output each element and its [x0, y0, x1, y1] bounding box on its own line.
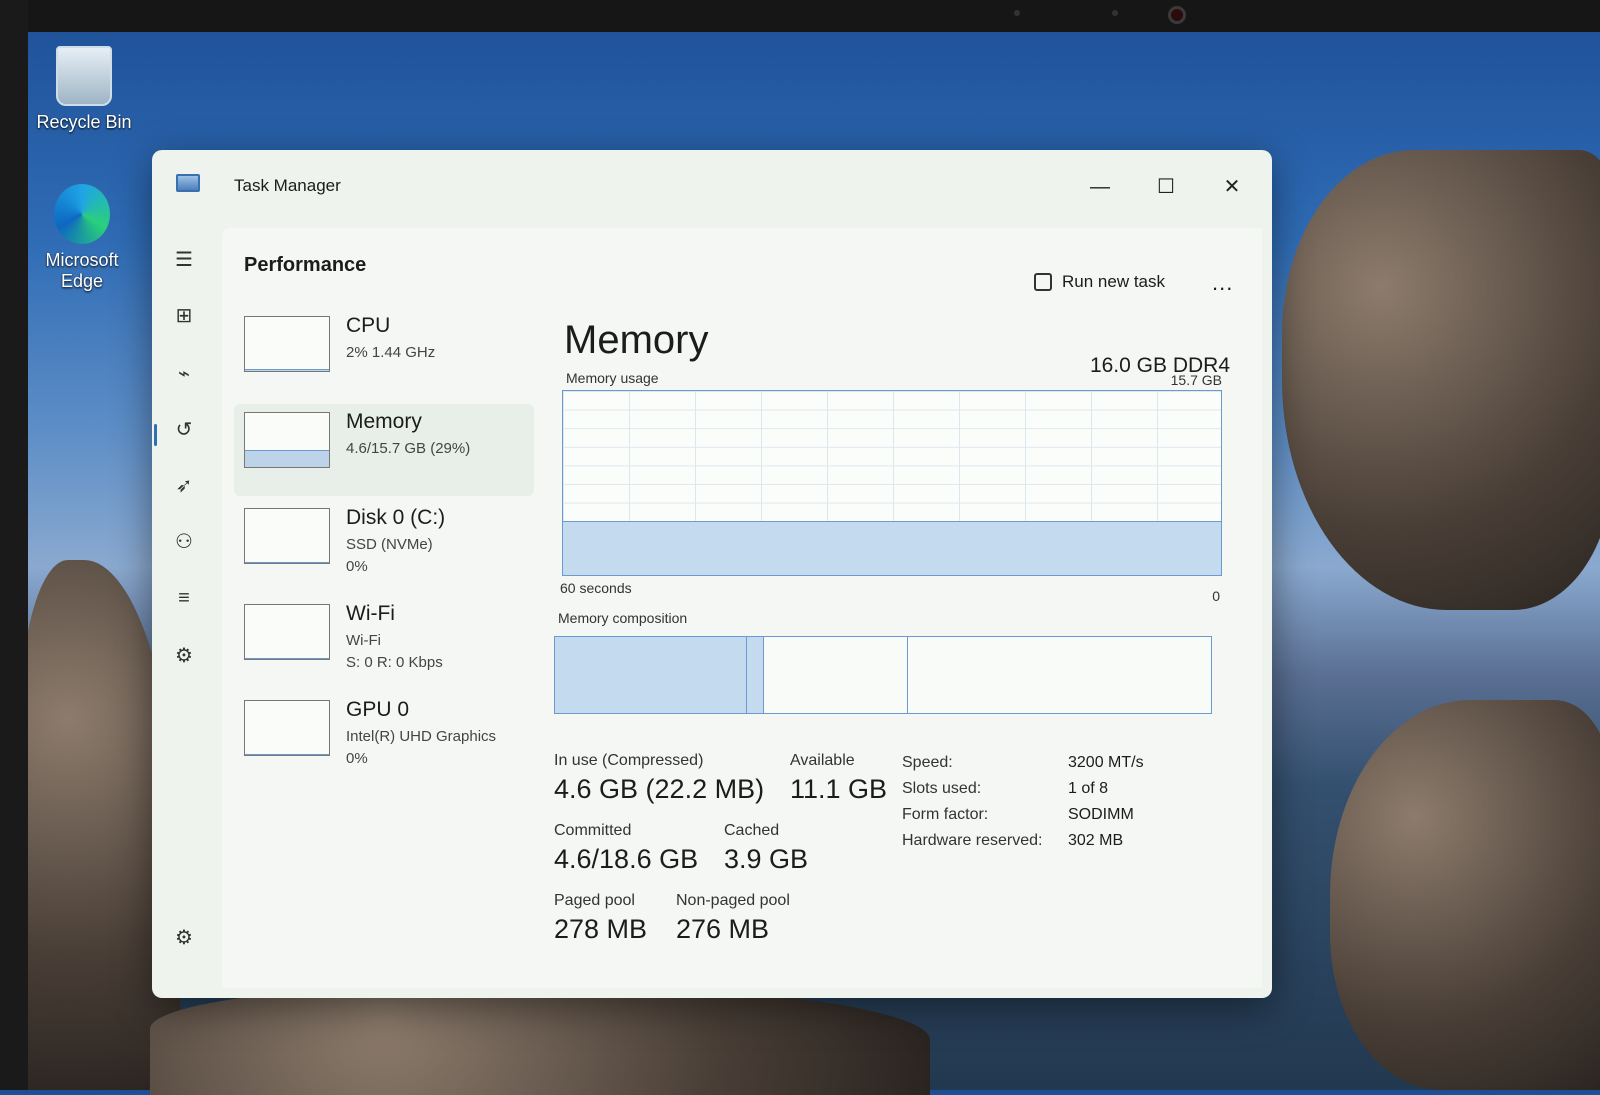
- zero-axis-label: 0: [1212, 588, 1220, 604]
- form-factor-key: Form factor:: [902, 806, 989, 823]
- composition-modified[interactable]: [747, 637, 764, 713]
- thumbnail-fill: [245, 450, 329, 467]
- edge-icon: [54, 184, 110, 244]
- memory-heading: Memory: [564, 318, 709, 362]
- speed-key: Speed:: [902, 754, 953, 771]
- slots-key: Slots used:: [902, 780, 982, 797]
- slots-value: 1 of 8: [1068, 780, 1109, 797]
- desktop-icon-edge[interactable]: Microsoft Edge: [22, 184, 142, 292]
- thumbnail-fill: [245, 754, 329, 755]
- performance-page: Performance Run new task ... CPU 2% 1.44…: [222, 228, 1262, 988]
- in-use-value: 4.6 GB (22.2 MB): [554, 774, 765, 804]
- resource-detail: Intel(R) UHD Graphics: [346, 728, 497, 745]
- resource-item-wifi[interactable]: Wi-Fi Wi-Fi S: 0 R: 0 Kbps: [234, 596, 534, 688]
- committed-value: 4.6/18.6 GB: [554, 844, 699, 874]
- usage-graph-label: Memory usage: [566, 370, 659, 386]
- services-icon[interactable]: ⚙: [166, 638, 202, 674]
- screen-bezel: [0, 0, 28, 1090]
- resource-name: CPU: [346, 314, 391, 337]
- desktop-icon-label: Microsoft Edge: [45, 250, 119, 291]
- wallpaper-rock: [1282, 150, 1600, 610]
- cached-value: 3.9 GB: [724, 844, 809, 874]
- resource-detail: 2% 1.44 GHz: [346, 344, 436, 361]
- usage-max-label: 15.7 GB: [1170, 372, 1222, 388]
- run-new-task-label: Run new task: [1062, 272, 1165, 291]
- run-new-task-button[interactable]: Run new task: [1034, 272, 1165, 292]
- available-label: Available: [790, 752, 855, 769]
- window-title: Task Manager: [234, 176, 341, 195]
- sensor-dot: [1112, 10, 1118, 16]
- webcam: [1168, 6, 1186, 24]
- form-factor-value: SODIMM: [1068, 806, 1134, 823]
- page-title: Performance: [244, 254, 367, 276]
- more-options-button[interactable]: ...: [1212, 270, 1233, 296]
- thumbnail-fill: [245, 658, 329, 659]
- resource-item-memory[interactable]: Memory 4.6/15.7 GB (29%): [234, 404, 534, 496]
- resource-detail: SSD (NVMe): [346, 536, 433, 553]
- composition-label: Memory composition: [558, 610, 688, 626]
- non-paged-pool-value: 276 MB: [676, 914, 770, 944]
- performance-icon[interactable]: ⌁: [166, 356, 202, 392]
- paged-pool-value: 278 MB: [554, 914, 648, 944]
- resource-item-disk[interactable]: Disk 0 (C:) SSD (NVMe) 0%: [234, 500, 534, 592]
- resource-name: GPU 0: [346, 698, 410, 721]
- thumbnail-fill: [245, 562, 329, 563]
- task-manager-window: Task Manager — ☐ ✕ ☰ ⊞ ⌁ ↺ ➶ ⚇ ≡ ⚙ ⚙ Per…: [152, 150, 1272, 998]
- memory-usage-fill: [563, 520, 1221, 575]
- close-button[interactable]: ✕: [1210, 172, 1254, 202]
- hardware-reserved-value: 302 MB: [1068, 832, 1124, 849]
- resource-detail: S: 0 R: 0 Kbps: [346, 654, 443, 671]
- wifi-thumbnail-graph: [244, 604, 330, 660]
- disk-thumbnail-graph: [244, 508, 330, 564]
- run-task-icon: [1034, 273, 1052, 291]
- resource-name: Memory: [346, 410, 422, 433]
- app-history-icon[interactable]: ↺: [166, 412, 202, 448]
- details-icon[interactable]: ≡: [166, 580, 202, 616]
- speed-value: 3200 MT/s: [1068, 754, 1144, 771]
- processes-icon[interactable]: ⊞: [166, 298, 202, 334]
- thumbnail-fill: [245, 368, 329, 371]
- maximize-button[interactable]: ☐: [1144, 172, 1188, 202]
- in-use-label: In use (Compressed): [554, 752, 704, 769]
- memory-composition-bar: [554, 636, 1212, 714]
- gpu-thumbnail-graph: [244, 700, 330, 756]
- sensor-dot: [1014, 10, 1020, 16]
- cpu-thumbnail-graph: [244, 316, 330, 372]
- active-indicator: [154, 424, 157, 446]
- resource-list: CPU 2% 1.44 GHz Memory 4.6/15.7 GB (29%)…: [234, 308, 534, 788]
- minimize-button[interactable]: —: [1078, 172, 1122, 202]
- desktop-icon-label: Recycle Bin: [36, 112, 132, 132]
- resource-detail: 4.6/15.7 GB (29%): [346, 440, 471, 457]
- resource-detail: Wi-Fi: [346, 632, 381, 649]
- available-value: 11.1 GB: [790, 774, 888, 804]
- resource-item-cpu[interactable]: CPU 2% 1.44 GHz: [234, 308, 534, 400]
- resource-name: Wi-Fi: [346, 602, 395, 625]
- title-bar[interactable]: Task Manager — ☐ ✕: [152, 150, 1272, 210]
- hamburger-icon[interactable]: ☰: [166, 242, 202, 278]
- recycle-bin-icon: [56, 46, 112, 106]
- settings-icon[interactable]: ⚙: [166, 920, 202, 956]
- nav-rail: ☰ ⊞ ⌁ ↺ ➶ ⚇ ≡ ⚙ ⚙: [152, 210, 214, 998]
- memory-usage-graph: [562, 390, 1222, 576]
- users-icon[interactable]: ⚇: [166, 524, 202, 560]
- resource-name: Disk 0 (C:): [346, 506, 446, 529]
- task-manager-icon: [176, 174, 200, 192]
- wallpaper-rock: [1330, 700, 1600, 1090]
- startup-apps-icon[interactable]: ➶: [166, 468, 202, 504]
- resource-detail: 0%: [346, 750, 368, 767]
- memory-thumbnail-graph: [244, 412, 330, 468]
- composition-standby[interactable]: [764, 637, 908, 713]
- desktop-icon-recycle-bin[interactable]: Recycle Bin: [24, 46, 144, 133]
- time-axis-label: 60 seconds: [560, 580, 632, 596]
- wallpaper-rock: [150, 985, 930, 1095]
- non-paged-pool-label: Non-paged pool: [676, 892, 790, 909]
- screen-bezel: [0, 0, 1600, 32]
- cached-label: Cached: [724, 822, 780, 839]
- resource-item-gpu[interactable]: GPU 0 Intel(R) UHD Graphics 0%: [234, 692, 534, 784]
- resource-detail: 0%: [346, 558, 368, 575]
- paged-pool-label: Paged pool: [554, 892, 635, 909]
- composition-in-use[interactable]: [555, 637, 748, 713]
- hardware-reserved-key: Hardware reserved:: [902, 832, 1043, 849]
- committed-label: Committed: [554, 822, 632, 839]
